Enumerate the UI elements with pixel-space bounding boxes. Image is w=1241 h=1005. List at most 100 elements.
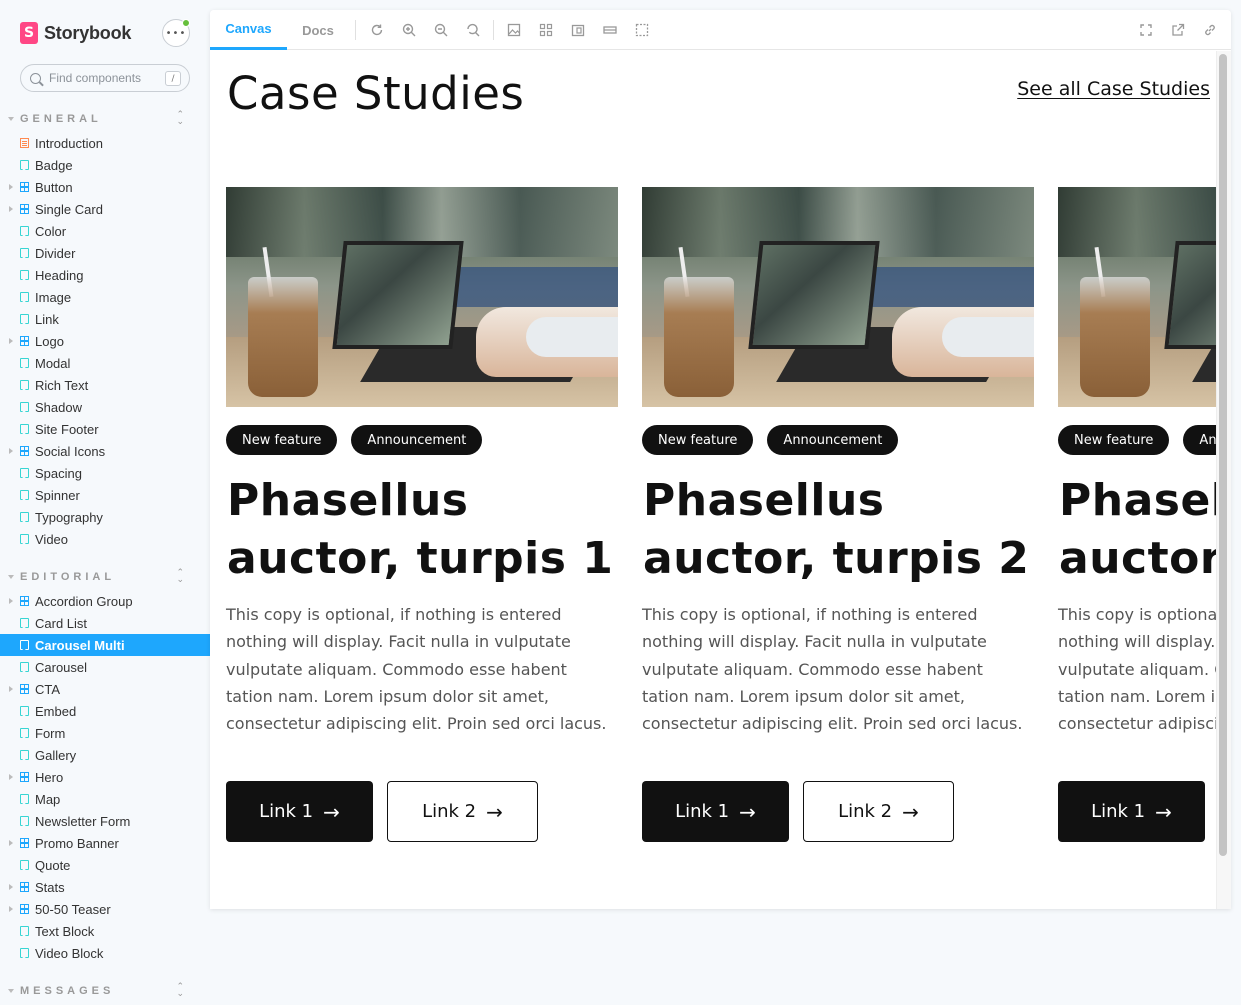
arrow-right-icon: → [323,799,340,824]
sidebar-item-carousel-multi[interactable]: Carousel Multi [0,634,210,656]
tab-docs[interactable]: Docs [287,10,349,50]
story-icon [20,380,29,390]
sidebar-item-image[interactable]: Image [0,286,210,308]
sidebar-item-logo[interactable]: Logo [0,330,210,352]
tag-badge: New feature [642,425,754,455]
doc-icon [20,138,29,148]
link-1-button[interactable]: Link 1 → [226,781,373,842]
link-2-button[interactable]: Link 2 → [387,781,538,842]
outline-icon[interactable] [635,23,649,37]
zoom-out-icon[interactable] [434,23,448,37]
expand-collapse-icon[interactable]: ⌃ ⌄ [176,111,184,127]
sidebar-item-text-block[interactable]: Text Block [0,920,210,942]
sidebar-item-embed[interactable]: Embed [0,700,210,722]
sidebar-item-site-footer[interactable]: Site Footer [0,418,210,440]
button-label: Link 2 [422,801,477,822]
expand-collapse-icon[interactable]: ⌃ ⌄ [176,569,184,585]
background-icon[interactable] [507,23,521,37]
tab-canvas[interactable]: Canvas [210,10,287,50]
sidebar-item-hero[interactable]: Hero [0,766,210,788]
sidebar-item-heading[interactable]: Heading [0,264,210,286]
expand-collapse-icon[interactable]: ⌃ ⌄ [176,983,184,999]
sidebar-item-modal[interactable]: Modal [0,352,210,374]
card-copy: This copy is optional, if nothing is ent… [642,605,1023,734]
sidebar-item-social-icons[interactable]: Social Icons [0,440,210,462]
viewport-icon[interactable] [571,23,585,37]
section-general[interactable]: GENERAL ⌃ ⌄ [8,111,194,127]
sidebar-item-label: Site Footer [35,421,99,437]
component-icon [20,204,29,214]
link-1-button[interactable]: Link 1 → [1058,781,1205,842]
story-icon [20,468,29,478]
card-image [642,187,1034,407]
sidebar-item-single-card[interactable]: Single Card [0,198,210,220]
story-icon [20,618,29,628]
sidebar-item-50-50-teaser[interactable]: 50-50 Teaser [0,898,210,920]
sidebar-item-introduction[interactable]: Introduction [0,132,210,154]
sidebar-item-map[interactable]: Map [0,788,210,810]
tag-list: New feature Announcement [642,425,912,455]
sidebar-item-spacing[interactable]: Spacing [0,462,210,484]
story-icon [20,512,29,522]
sidebar-item-newsletter-form[interactable]: Newsletter Form [0,810,210,832]
card-title: Phasellus auctor, turpis 1 [227,475,614,584]
sidebar-item-badge[interactable]: Badge [0,154,210,176]
sidebar-item-video-block[interactable]: Video Block [0,942,210,964]
see-all-link[interactable]: See all Case Studies [1017,78,1210,100]
zoom-in-icon[interactable] [402,23,416,37]
sidebar-item-link[interactable]: Link [0,308,210,330]
sidebar-item-button[interactable]: Button [0,176,210,198]
sidebar-item-label: Color [35,223,67,239]
sidebar-item-label: Rich Text [35,377,89,393]
sidebar-item-typography[interactable]: Typography [0,506,210,528]
section-title-editorial: EDITORIAL [20,571,116,583]
story-icon [20,226,29,236]
sidebar-item-cta[interactable]: CTA [0,678,210,700]
grid-icon[interactable] [539,23,553,37]
tag-badge: New feature [226,425,338,455]
brand-name: Storybook [44,22,132,43]
sidebar-item-card-list[interactable]: Card List [0,612,210,634]
section-editorial[interactable]: EDITORIAL ⌃ ⌄ [8,569,194,585]
storybook-brand[interactable]: S Storybook [20,22,131,44]
component-icon [20,182,29,192]
sidebar-item-spinner[interactable]: Spinner [0,484,210,506]
caret-down-icon [8,989,14,993]
reload-icon[interactable] [370,23,384,37]
story-icon [20,728,29,738]
sidebar-item-divider[interactable]: Divider [0,242,210,264]
story-icon [20,314,29,324]
component-icon [20,684,29,694]
link-1-button[interactable]: Link 1 → [642,781,789,842]
arrow-right-icon: → [486,799,503,824]
sidebar-item-label: Divider [35,245,76,261]
card-title: Phasellus auctor, turpis 2 [643,475,1030,584]
open-new-tab-icon[interactable] [1171,23,1185,37]
measure-icon[interactable] [603,23,617,37]
section-messages[interactable]: MESSAGES ⌃ ⌄ [8,983,194,999]
sidebar-item-color[interactable]: Color [0,220,210,242]
sidebar-item-video[interactable]: Video [0,528,210,550]
sidebar-item-shadow[interactable]: Shadow [0,396,210,418]
section-title-messages: MESSAGES [20,985,115,997]
zoom-reset-icon[interactable] [466,23,480,37]
sidebar-item-stats[interactable]: Stats [0,876,210,898]
sidebar-item-form[interactable]: Form [0,722,210,744]
link-2-button[interactable]: Link 2 → [803,781,954,842]
search-input[interactable] [49,71,159,85]
sidebar-item-label: Carousel [35,659,88,675]
story-icon [20,358,29,368]
sidebar-item-carousel[interactable]: Carousel [0,656,210,678]
preview-panel: Canvas Docs Case Studies See all Case St… [210,10,1231,909]
sidebar-item-label: Button [35,179,73,195]
sidebar-item-accordion-group[interactable]: Accordion Group [0,590,210,612]
sidebar-item-quote[interactable]: Quote [0,854,210,876]
sidebar-item-gallery[interactable]: Gallery [0,744,210,766]
sidebar-item-rich-text[interactable]: Rich Text [0,374,210,396]
copy-link-icon[interactable] [1203,23,1217,37]
scrollbar-thumb[interactable] [1219,54,1227,856]
fullscreen-icon[interactable] [1139,23,1153,37]
sidebar-item-promo-banner[interactable]: Promo Banner [0,832,210,854]
card-actions: Link 1→ Link 2→ [1058,781,1216,842]
sidebar-item-label: Single Card [35,201,103,217]
